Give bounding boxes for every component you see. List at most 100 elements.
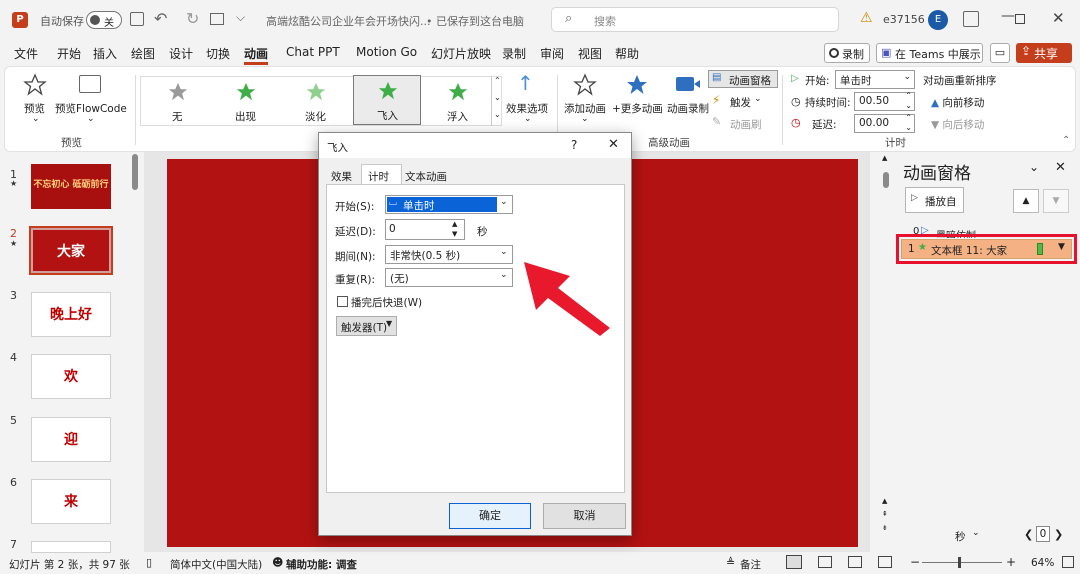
pane-close-icon[interactable]: ✕	[1055, 160, 1066, 175]
trigger-button[interactable]: 触发器(T) ▼	[336, 316, 397, 336]
tab-transitions[interactable]: 切换	[206, 45, 230, 62]
close-icon[interactable]: ✕	[1052, 9, 1065, 27]
accessibility-icon[interactable]: ☻	[272, 556, 283, 569]
tab-review[interactable]: 审阅	[540, 45, 564, 62]
tab-text-animation[interactable]: 文本动画	[405, 169, 447, 184]
rewind-label[interactable]: 播完后快退(W)	[351, 295, 422, 310]
help-button[interactable]: ?	[571, 138, 577, 152]
tab-chatppt[interactable]: Chat PPT	[286, 45, 340, 59]
warning-icon[interactable]: ⚠	[860, 10, 873, 26]
save-icon[interactable]	[130, 12, 144, 26]
seconds-dropdown-icon[interactable]: ⌄	[972, 528, 980, 538]
page-field[interactable]: 0	[1036, 526, 1050, 542]
preview-button[interactable]: 预览 ⌄	[13, 71, 57, 131]
thumbnail-scrollbar[interactable]	[131, 152, 139, 552]
tab-home[interactable]: 开始	[57, 45, 81, 62]
more-animation-button[interactable]: +更多动画	[610, 71, 663, 131]
from-beginning-icon[interactable]	[210, 13, 224, 25]
trigger-button[interactable]: ⚡ 触发 ⌄	[710, 93, 770, 111]
zoom-slider-thumb[interactable]	[958, 557, 961, 568]
tab-effect[interactable]: 效果	[331, 169, 352, 184]
page-prev-icon[interactable]: ❮	[1024, 528, 1033, 541]
pane-options-icon[interactable]: ⌄	[1029, 160, 1039, 174]
language-status[interactable]: 简体中文(中国大陆)	[170, 557, 262, 572]
teams-present-button[interactable]: ▣ 在 Teams 中展示	[876, 43, 983, 63]
tab-record[interactable]: 录制	[502, 45, 526, 62]
slide-thumb-4[interactable]: 欢	[31, 354, 111, 399]
delay-input[interactable]: 0 ▲ ▼	[385, 219, 465, 240]
tab-motiongo[interactable]: Motion Go	[356, 45, 417, 59]
move-earlier-button[interactable]: ▲ 向前移动	[931, 95, 984, 110]
comments-icon[interactable]: ▭	[990, 43, 1010, 63]
autosave-toggle[interactable]: 关	[86, 11, 122, 29]
notes-button[interactable]: 备注	[740, 557, 761, 572]
anim-none[interactable]: 无	[143, 77, 209, 125]
undo-icon[interactable]: ↶	[154, 9, 167, 28]
add-animation-button[interactable]: 添加动画 ⌄	[561, 71, 607, 131]
gallery-scroll[interactable]: ⌃ ⌄ ⌄	[491, 76, 503, 126]
slide-thumb-6[interactable]: 来	[31, 479, 111, 524]
rewind-checkbox[interactable]	[337, 296, 348, 307]
delay-field[interactable]: 00.00 ⌃ ⌄	[854, 113, 915, 133]
item-dropdown-icon[interactable]: ▼	[1058, 242, 1065, 252]
tab-file[interactable]: 文件	[14, 45, 38, 62]
slideshow-icon[interactable]	[878, 556, 892, 568]
collapse-ribbon-icon[interactable]: ⌃	[1062, 135, 1070, 146]
slide-thumb-5[interactable]: 迎	[31, 417, 111, 462]
anim-item-1[interactable]: 1 ★ 文本框 11: 大家 ▼	[901, 239, 1072, 259]
ok-button[interactable]: 确定	[449, 503, 531, 529]
play-from-button[interactable]: ▷ 播放自	[905, 187, 964, 213]
tab-animations[interactable]: 动画	[244, 45, 268, 62]
minimize-icon[interactable]: —	[1001, 8, 1015, 24]
tab-help[interactable]: 帮助	[615, 45, 639, 62]
canvas-scrollbar[interactable]: ▲ ▲ ⇞ ⇟	[881, 152, 891, 552]
slide-thumb-2[interactable]: 大家	[29, 226, 113, 275]
normal-view-icon[interactable]	[786, 555, 802, 569]
slide-thumb-1[interactable]: 不忘初心 砥砺前行	[31, 164, 111, 209]
accessibility-status[interactable]: 辅助功能: 调查	[286, 557, 357, 572]
move-up-button[interactable]: ▲	[1013, 189, 1039, 213]
tab-design[interactable]: 设计	[169, 45, 193, 62]
record-button[interactable]: 录制	[824, 43, 870, 63]
tab-view[interactable]: 视图	[578, 45, 602, 62]
ribbon-display-icon[interactable]	[963, 11, 979, 27]
slide-sorter-icon[interactable]	[818, 556, 832, 568]
restore-icon[interactable]	[1015, 14, 1025, 24]
duration-field[interactable]: 00.50 ⌃ ⌄	[854, 91, 915, 111]
zoom-in-icon[interactable]: +	[1006, 555, 1016, 569]
tab-insert[interactable]: 插入	[93, 45, 117, 62]
anim-float-in[interactable]: 浮入	[425, 77, 491, 125]
zoom-slider[interactable]	[922, 562, 1002, 563]
animation-record-button[interactable]: 动画录制	[664, 71, 710, 131]
move-down-button[interactable]: ▼	[1043, 189, 1069, 213]
cancel-button[interactable]: 取消	[543, 503, 626, 529]
page-next-icon[interactable]: ❯	[1054, 528, 1063, 541]
customize-qat-icon[interactable]: ⌵	[236, 10, 245, 25]
fit-to-window-icon[interactable]	[1062, 556, 1074, 568]
repeat-select[interactable]: (无) ⌄	[385, 268, 513, 287]
reading-view-icon[interactable]	[848, 556, 862, 568]
duration-select[interactable]: 非常快(0.5 秒) ⌄	[385, 245, 513, 264]
search-box[interactable]: ⌕ 搜索	[551, 7, 839, 32]
start-dropdown[interactable]: 单击时 ⌄	[835, 70, 915, 89]
search-input[interactable]: 搜索	[594, 13, 616, 29]
start-select[interactable]: ⌴ 单击时 ⌄	[385, 195, 513, 214]
effect-options-button[interactable]: ↑ 效果选项 ⌄	[505, 71, 549, 131]
animation-pane-button[interactable]: ▤ 动画窗格	[708, 70, 778, 88]
slide-thumb-3[interactable]: 晚上好	[31, 292, 111, 337]
slide-thumb-7[interactable]	[31, 541, 111, 553]
anim-fly-in[interactable]: 飞入	[353, 75, 421, 125]
zoom-out-icon[interactable]: −	[910, 555, 920, 569]
preview-flowcode-button[interactable]: 预览FlowCode ⌄	[55, 71, 131, 131]
book-icon[interactable]: ▯	[146, 556, 152, 569]
anim-fade[interactable]: 淡化	[283, 77, 349, 125]
tab-draw[interactable]: 绘图	[131, 45, 155, 62]
move-later-button[interactable]: ▼ 向后移动	[931, 117, 984, 132]
animation-painter-button[interactable]: ✎ 动画刷	[710, 115, 770, 133]
tab-timing[interactable]: 计时	[361, 164, 402, 185]
avatar[interactable]: E	[928, 10, 948, 30]
redo-icon[interactable]: ↻	[186, 9, 199, 28]
share-button[interactable]: ⇪ 共享	[1016, 43, 1072, 63]
notes-icon[interactable]: ≜	[726, 556, 735, 569]
dialog-close-icon[interactable]: ✕	[608, 137, 619, 152]
